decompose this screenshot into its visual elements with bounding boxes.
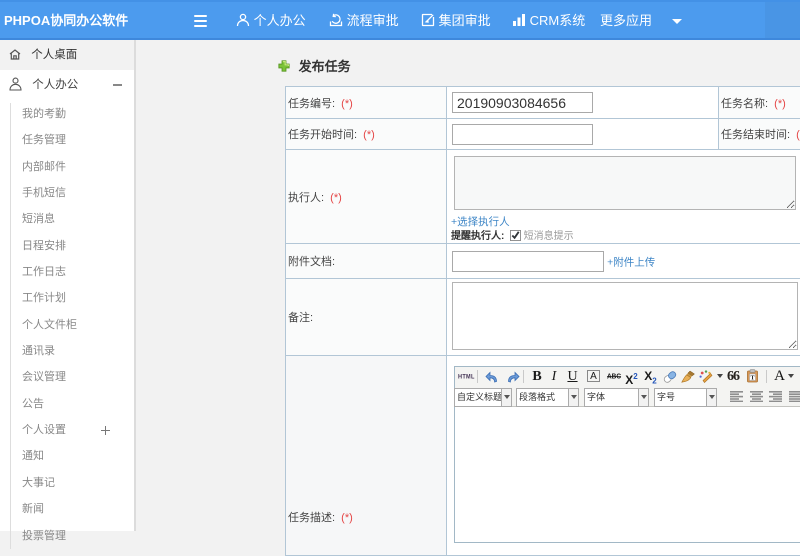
svg-text:T: T — [750, 375, 755, 382]
